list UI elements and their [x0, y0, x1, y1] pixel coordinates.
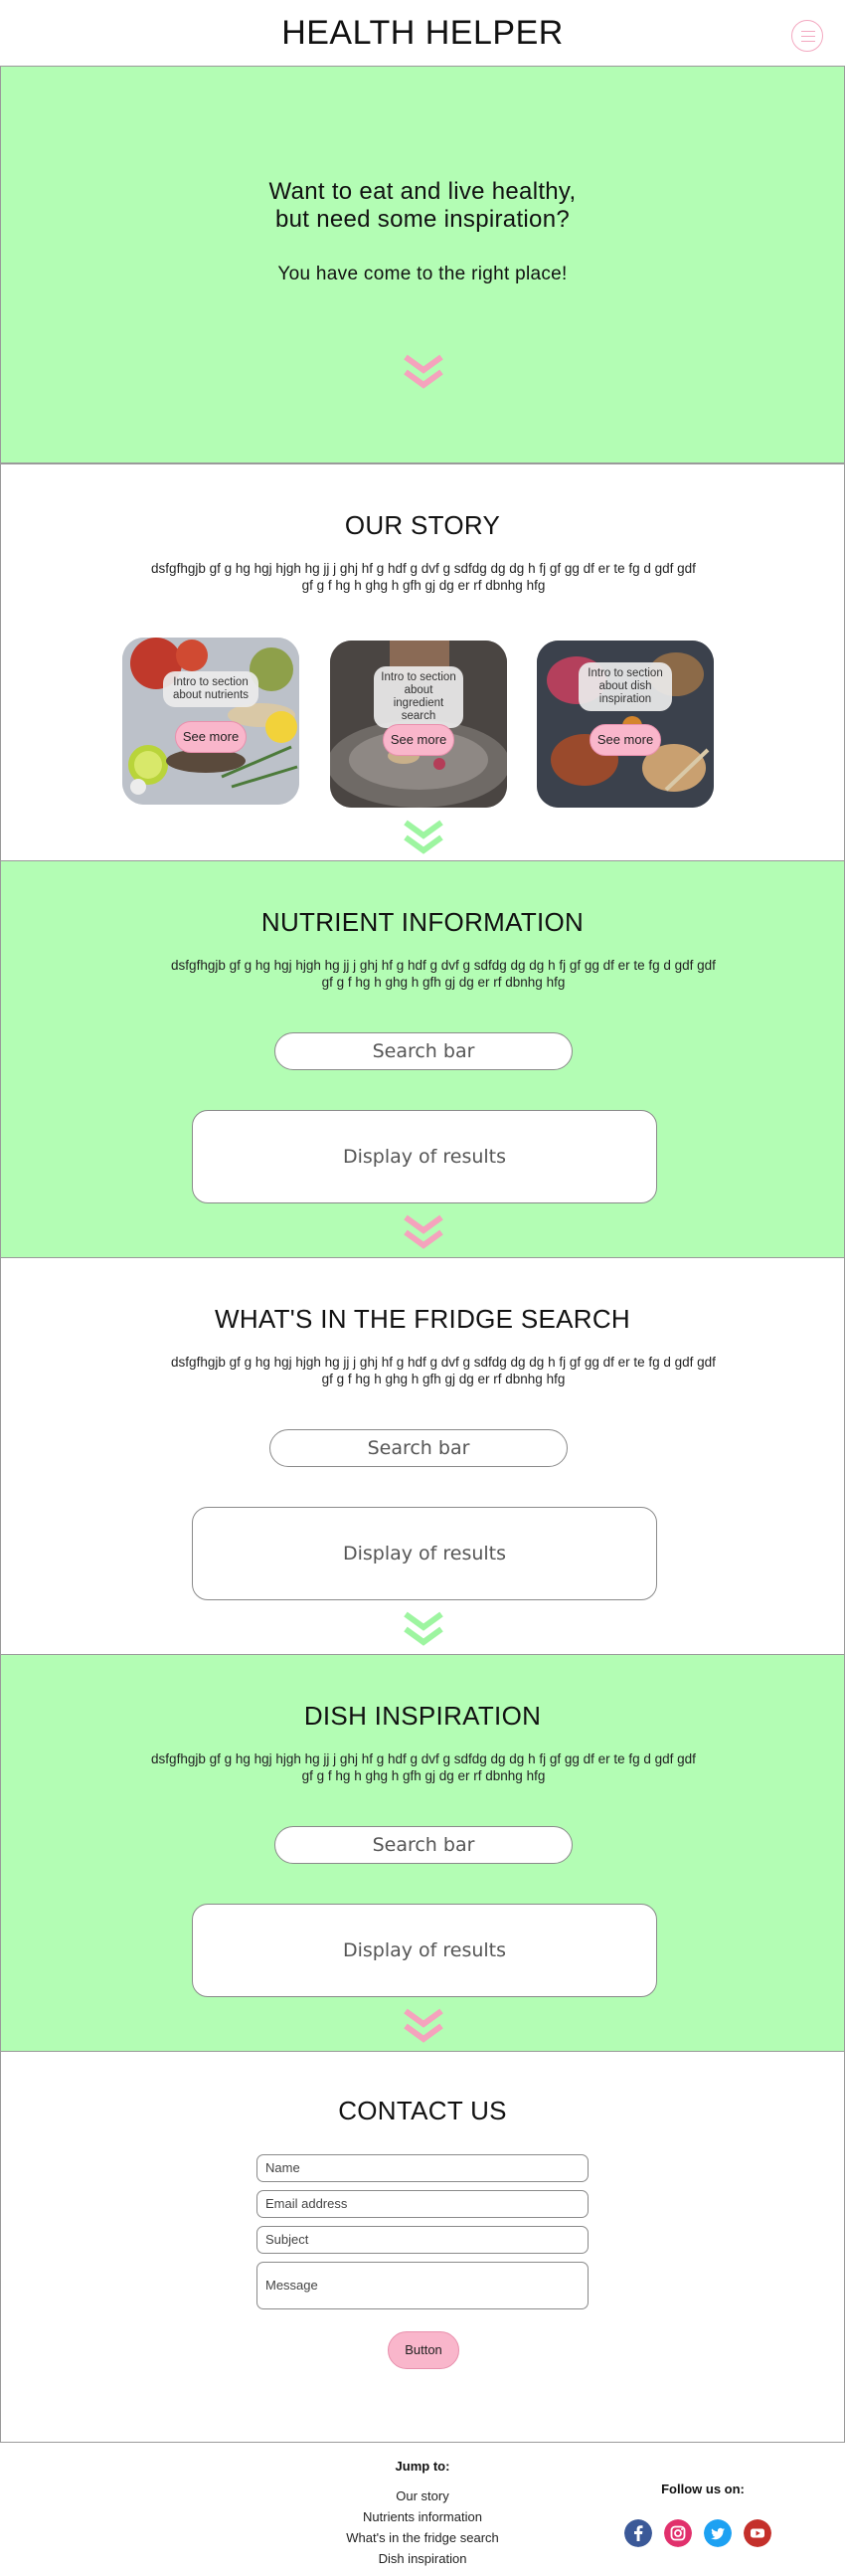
- site-footer: Jump to: Our story Nutrients information…: [0, 2443, 845, 2576]
- dish-inspiration-section: DISH INSPIRATION dsfgfhgjb gf g hg hgj h…: [0, 1654, 845, 2052]
- card-caption: Intro to section about dish inspiration: [579, 662, 672, 711]
- follow-us-title: Follow us on:: [661, 2482, 745, 2496]
- site-title: HEALTH HELPER: [281, 14, 564, 52]
- section-text: dsfgfhgjb gf g hg hgj hjgh hg jj j ghj h…: [151, 1751, 696, 1783]
- section-text: dsfgfhgjb gf g hg hgj hjgh hg jj j ghj h…: [171, 1355, 716, 1386]
- dish-inspiration-card[interactable]: Intro to section about dish inspiration …: [537, 641, 714, 808]
- card-caption: Intro to section about ingredient search: [374, 666, 463, 728]
- double-chevron-down-icon[interactable]: [403, 2007, 444, 2045]
- double-chevron-down-icon[interactable]: [403, 353, 444, 391]
- facebook-icon[interactable]: [624, 2519, 652, 2547]
- dish-search-input[interactable]: Search bar: [274, 1826, 573, 1864]
- see-more-button[interactable]: See more: [175, 721, 247, 753]
- nutrient-results-display: Display of results: [192, 1110, 657, 1203]
- nutrient-search-input[interactable]: Search bar: [274, 1032, 573, 1070]
- dish-results-display: Display of results: [192, 1904, 657, 1997]
- see-more-button[interactable]: See more: [590, 724, 661, 756]
- fridge-search-section: WHAT'S IN THE FRIDGE SEARCH dsfgfhgjb gf…: [0, 1257, 845, 1655]
- section-title: WHAT'S IN THE FRIDGE SEARCH: [214, 1304, 631, 1334]
- hero-headline-line2: but need some inspiration?: [275, 206, 570, 233]
- section-text: dsfgfhgjb gf g hg hgj hjgh hg jj j ghj h…: [151, 561, 696, 593]
- name-field[interactable]: Name: [256, 2154, 589, 2182]
- section-title: DISH INSPIRATION: [303, 1701, 542, 1731]
- double-chevron-down-icon[interactable]: [403, 819, 444, 856]
- nutrients-card[interactable]: Intro to section about nutrients See mor…: [122, 638, 299, 805]
- submit-button[interactable]: Button: [388, 2331, 459, 2369]
- site-header: HEALTH HELPER: [0, 0, 845, 66]
- section-title: CONTACT US: [338, 2096, 507, 2125]
- message-field[interactable]: Message: [256, 2262, 589, 2309]
- fridge-search-input[interactable]: Search bar: [269, 1429, 568, 1467]
- card-caption: Intro to section about nutrients: [163, 671, 258, 707]
- ingredient-search-card[interactable]: Intro to section about ingredient search…: [330, 641, 507, 808]
- hamburger-menu-icon[interactable]: [791, 20, 823, 52]
- section-text: dsfgfhgjb gf g hg hgj hjgh hg jj j ghj h…: [171, 958, 716, 990]
- double-chevron-down-icon[interactable]: [403, 1213, 444, 1251]
- youtube-icon[interactable]: [744, 2519, 771, 2547]
- email-field[interactable]: Email address: [256, 2190, 589, 2218]
- footer-link-dish-inspiration[interactable]: Dish inspiration: [0, 2551, 845, 2566]
- section-title: OUR STORY: [344, 510, 501, 540]
- nutrient-information-section: NUTRIENT INFORMATION dsfgfhgjb gf g hg h…: [0, 860, 845, 1258]
- our-story-section: OUR STORY dsfgfhgjb gf g hg hgj hjgh hg …: [0, 463, 845, 861]
- subject-field[interactable]: Subject: [256, 2226, 589, 2254]
- jump-to-title: Jump to:: [395, 2459, 450, 2474]
- twitter-icon[interactable]: [704, 2519, 732, 2547]
- fridge-results-display: Display of results: [192, 1507, 657, 1600]
- see-more-button[interactable]: See more: [383, 724, 454, 756]
- hero-headline-line1: Want to eat and live healthy,: [268, 178, 577, 205]
- hero-section: Want to eat and live healthy, but need s…: [0, 66, 845, 463]
- double-chevron-down-icon[interactable]: [403, 1610, 444, 1648]
- section-title: NUTRIENT INFORMATION: [260, 907, 585, 937]
- instagram-icon[interactable]: [664, 2519, 692, 2547]
- hero-subtitle: You have come to the right place!: [277, 264, 568, 284]
